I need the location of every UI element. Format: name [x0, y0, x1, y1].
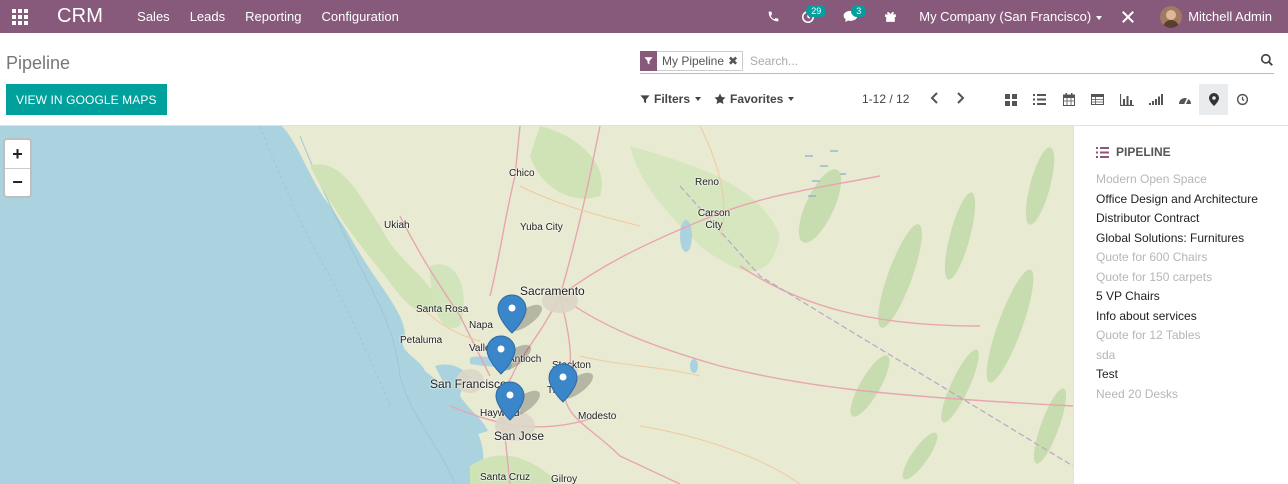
pager-next-icon[interactable] — [953, 90, 969, 106]
favorites-label: Favorites — [730, 92, 784, 106]
dashboard-view-icon[interactable] — [1170, 84, 1199, 115]
record-item[interactable]: Info about services — [1096, 307, 1286, 327]
user-menu[interactable]: Mitchell Admin — [1160, 0, 1288, 33]
zoom-out-button[interactable]: − — [5, 168, 30, 196]
zoom-in-button[interactable]: + — [5, 140, 30, 168]
zoom-control: + − — [3, 138, 32, 198]
company-name: My Company (San Francisco) — [919, 9, 1092, 24]
record-item[interactable]: Distributor Contract — [1096, 209, 1286, 229]
map-marker[interactable] — [497, 294, 527, 334]
chevron-down-icon — [1096, 15, 1103, 20]
chevron-down-icon — [788, 97, 795, 101]
search-input[interactable] — [750, 51, 1240, 71]
app-brand[interactable]: CRM — [57, 5, 103, 28]
record-item[interactable]: sda — [1096, 346, 1286, 366]
record-item[interactable]: 5 VP Chairs — [1096, 287, 1286, 307]
record-item[interactable]: Quote for 600 Chairs — [1096, 248, 1286, 268]
gift-icon[interactable] — [875, 0, 905, 33]
pipeline-side-panel: PIPELINE Modern Open Space Office Design… — [1073, 126, 1288, 484]
crm-map-view: CRM Sales Leads Reporting Configuration … — [0, 0, 1288, 484]
kanban-view-icon[interactable] — [996, 84, 1025, 115]
filters-dropdown[interactable]: Filters — [640, 92, 702, 106]
pivot-view-icon[interactable] — [1083, 84, 1112, 115]
map-view-icon[interactable] — [1199, 84, 1228, 115]
star-icon — [714, 93, 726, 104]
debug-tools-icon[interactable] — [1112, 0, 1144, 33]
city-label: Carson City — [697, 208, 731, 231]
cohort-view-icon[interactable] — [1141, 84, 1170, 115]
pipeline-record-list: Modern Open Space Office Design and Arch… — [1096, 170, 1286, 404]
list-icon — [1096, 146, 1109, 158]
top-navbar: CRM Sales Leads Reporting Configuration … — [0, 0, 1288, 33]
activity-clock-icon[interactable]: 29 — [795, 0, 833, 33]
city-label: Modesto — [578, 411, 617, 422]
user-name: Mitchell Admin — [1188, 9, 1272, 24]
city-label: Sacramento — [520, 284, 585, 298]
city-label: Yuba City — [520, 222, 563, 233]
menu-reporting[interactable]: Reporting — [245, 9, 301, 24]
filter-icon — [640, 50, 657, 71]
city-label: Santa Rosa — [416, 304, 469, 315]
city-label: Reno — [695, 177, 719, 188]
city-label: Chico — [509, 168, 535, 179]
pager-previous-icon[interactable] — [926, 90, 942, 106]
city-label: Gilroy — [551, 474, 578, 484]
activity-view-icon[interactable] — [1228, 84, 1257, 115]
record-item[interactable]: Quote for 150 carpets — [1096, 268, 1286, 288]
graph-view-icon[interactable] — [1112, 84, 1141, 115]
record-item[interactable]: Modern Open Space — [1096, 170, 1286, 190]
side-panel-title: PIPELINE — [1116, 145, 1171, 159]
search-icon[interactable] — [1260, 53, 1274, 72]
remove-facet-icon[interactable]: ✖ — [728, 54, 742, 68]
avatar — [1160, 5, 1183, 28]
city-label: Petaluma — [400, 335, 443, 346]
map-marker[interactable] — [486, 335, 516, 375]
map-marker[interactable] — [495, 381, 525, 421]
search-bar: My Pipeline ✖ — [640, 49, 1274, 74]
map-marker[interactable] — [548, 363, 578, 403]
record-item[interactable]: Test — [1096, 365, 1286, 385]
page-title: Pipeline — [6, 53, 71, 73]
side-panel-header: PIPELINE — [1096, 145, 1171, 159]
city-label: San Jose — [494, 429, 545, 443]
menu-configuration[interactable]: Configuration — [321, 9, 398, 24]
facet-label: My Pipeline — [662, 54, 725, 68]
message-count-badge: 3 — [851, 5, 867, 17]
record-item[interactable]: Office Design and Architecture — [1096, 190, 1286, 210]
systray: 29 3 My Company (San Francisco) Mitchell… — [759, 0, 1288, 33]
filters-label: Filters — [654, 92, 691, 106]
record-item[interactable]: Global Solutions: Furnitures — [1096, 229, 1286, 249]
pager-value[interactable]: 1-12 / 12 — [862, 92, 909, 106]
record-item[interactable]: Quote for 12 Tables — [1096, 326, 1286, 346]
search-facet: My Pipeline ✖ — [640, 50, 744, 71]
city-label: Santa Cruz — [480, 472, 531, 483]
city-label: Ukiah — [384, 220, 410, 231]
record-item[interactable]: Need 20 Desks — [1096, 385, 1286, 405]
filter-icon — [640, 94, 650, 103]
menu-leads[interactable]: Leads — [190, 9, 225, 24]
calendar-view-icon[interactable] — [1054, 84, 1083, 115]
city-label: Napa — [469, 320, 493, 331]
messages-icon[interactable]: 3 — [837, 0, 875, 33]
activity-count-badge: 29 — [806, 5, 827, 17]
control-panel: Pipeline VIEW IN GOOGLE MAPS My Pipeline… — [0, 33, 1288, 126]
menu-sales[interactable]: Sales — [137, 9, 170, 24]
view-in-google-maps-button[interactable]: VIEW IN GOOGLE MAPS — [6, 84, 167, 115]
company-switcher[interactable]: My Company (San Francisco) — [919, 9, 1103, 24]
view-switcher — [996, 84, 1257, 115]
phone-icon[interactable] — [759, 0, 787, 33]
map-canvas[interactable]: + − Chico Reno Carson City Yuba City Uki… — [0, 126, 1073, 484]
list-view-icon[interactable] — [1025, 84, 1054, 115]
favorites-dropdown[interactable]: Favorites — [714, 92, 795, 106]
chevron-down-icon — [695, 97, 702, 101]
apps-menu-icon[interactable] — [0, 0, 40, 33]
